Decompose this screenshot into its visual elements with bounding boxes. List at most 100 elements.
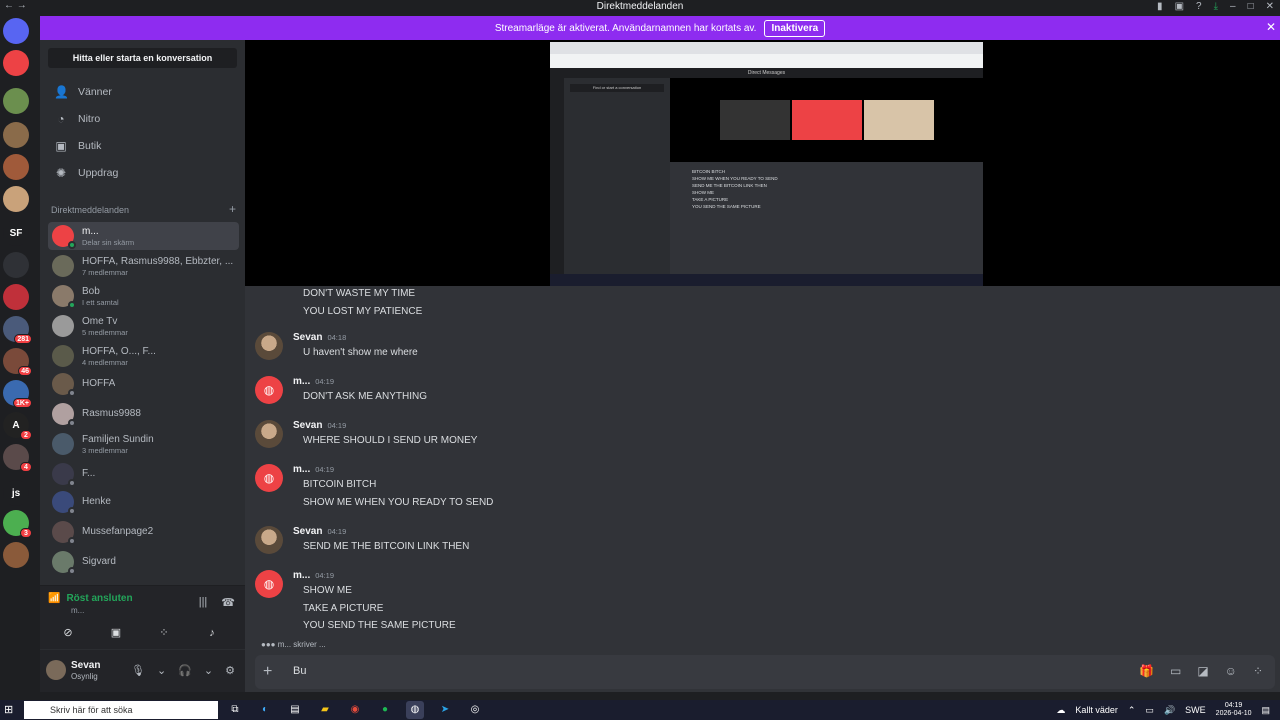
- disable-streamer-mode-button[interactable]: Inaktivera: [764, 19, 826, 37]
- gear-icon[interactable]: ⚙: [225, 664, 235, 677]
- gif-icon[interactable]: ▭: [1170, 664, 1181, 678]
- dm-item[interactable]: m... Delar sin skärm: [48, 222, 239, 250]
- weather-icon[interactable]: ☁: [1056, 705, 1065, 716]
- server-icon[interactable]: 3: [3, 510, 32, 538]
- message-author[interactable]: m... 04:19: [293, 376, 334, 387]
- chevron-down-icon[interactable]: ⌄: [157, 664, 166, 677]
- stream-viewer[interactable]: Direct Messages Find or start a conversa…: [245, 40, 1280, 286]
- dm-item[interactable]: HOFFA: [48, 370, 239, 398]
- dm-item[interactable]: Sigvard: [48, 548, 239, 576]
- server-icon[interactable]: [3, 88, 29, 114]
- notifications-icon[interactable]: ▤: [1261, 705, 1270, 716]
- server-icon[interactable]: SF: [3, 220, 29, 246]
- message-author[interactable]: Sevan 04:18: [293, 332, 346, 343]
- help-icon[interactable]: ?: [1196, 0, 1202, 13]
- server-icon[interactable]: [3, 154, 29, 180]
- chrome-icon[interactable]: ◉: [346, 701, 364, 719]
- microphone-icon[interactable]: 🎙: [131, 664, 145, 677]
- message-author[interactable]: m... 04:19: [293, 570, 334, 581]
- nav-shop[interactable]: ▣ Butik: [48, 134, 237, 158]
- dm-item[interactable]: HOFFA, Rasmus9988, Ebbzter, ... 7 medlemm…: [48, 252, 239, 280]
- message-author[interactable]: m... 04:19: [293, 464, 334, 475]
- server-icon[interactable]: [3, 18, 29, 44]
- server-icon[interactable]: 46: [3, 348, 32, 376]
- dm-item[interactable]: Rasmus9988: [48, 400, 239, 428]
- store-icon[interactable]: ▤: [286, 701, 304, 719]
- dm-item[interactable]: Familjen Sundin 3 medlemmar: [48, 430, 239, 458]
- server-icon[interactable]: [3, 186, 29, 212]
- spotify-icon[interactable]: ●: [376, 701, 394, 719]
- network-icon[interactable]: ▭: [1145, 705, 1154, 716]
- avatar[interactable]: ◍: [255, 464, 283, 492]
- nav-quests[interactable]: ✺ Uppdrag: [48, 161, 237, 185]
- download-icon[interactable]: ⤓: [1214, 0, 1218, 13]
- message-input[interactable]: Bu: [293, 665, 306, 677]
- share-screen-button[interactable]: ▣: [98, 624, 134, 642]
- close-banner-icon[interactable]: ✕: [1266, 20, 1276, 34]
- headphones-icon[interactable]: 🎧: [178, 664, 192, 677]
- chevron-down-icon[interactable]: ⌄: [204, 664, 213, 677]
- message-author[interactable]: Sevan 04:19: [293, 420, 346, 431]
- chevron-up-icon[interactable]: ⌃: [1128, 705, 1136, 716]
- status-dot: [68, 241, 76, 249]
- unread-badge: 3: [20, 528, 32, 538]
- server-icon[interactable]: [3, 284, 29, 310]
- system-tray: ☁ Kallt väder ⌃ ▭ 🔊 SWE 04:19 2026-04-10…: [1056, 700, 1270, 720]
- apps-icon[interactable]: ⁘: [1253, 664, 1263, 678]
- sticker-icon[interactable]: ◪: [1197, 664, 1208, 678]
- close-window-icon[interactable]: ✕: [1266, 0, 1274, 13]
- dm-item[interactable]: HOFFA, O..., F... 4 medlemmar: [48, 342, 239, 370]
- create-dm-icon[interactable]: +: [229, 203, 236, 215]
- nav-friends[interactable]: 👤 Vänner: [48, 80, 237, 104]
- taskbar-search-input[interactable]: Skriv här för att söka: [24, 701, 218, 719]
- server-icon[interactable]: [3, 50, 29, 76]
- discord-taskbar-icon[interactable]: ◍: [406, 701, 424, 719]
- camera-off-button[interactable]: ⊘: [50, 624, 86, 642]
- dm-item[interactable]: F...: [48, 460, 239, 488]
- maximize-icon[interactable]: □: [1248, 0, 1254, 13]
- explorer-icon[interactable]: ▰: [316, 701, 334, 719]
- telegram-icon[interactable]: ➤: [436, 701, 454, 719]
- disconnect-icon[interactable]: ☎: [221, 596, 235, 609]
- emoji-icon[interactable]: ☺: [1225, 664, 1237, 678]
- activities-button[interactable]: ⁘: [146, 624, 182, 642]
- noise-suppression-icon[interactable]: |||: [199, 596, 208, 609]
- avatar[interactable]: ◍: [255, 570, 283, 598]
- dm-item[interactable]: Mussefanpage2: [48, 518, 239, 546]
- inbox-icon[interactable]: ▮: [1157, 0, 1163, 13]
- soundboard-button[interactable]: ♪: [194, 624, 230, 642]
- minimize-icon[interactable]: –: [1230, 0, 1236, 13]
- avatar[interactable]: [255, 526, 283, 554]
- server-icon[interactable]: 1K+: [3, 380, 32, 408]
- avatar[interactable]: [255, 420, 283, 448]
- edge-icon[interactable]: ◐: [256, 701, 274, 719]
- server-icon[interactable]: A2: [3, 412, 32, 440]
- obs-icon[interactable]: ◎: [466, 701, 484, 719]
- nav-nitro[interactable]: ◔ Nitro: [48, 107, 237, 131]
- avatar[interactable]: [255, 332, 283, 360]
- server-icon[interactable]: [3, 252, 29, 278]
- find-conversation-button[interactable]: Hitta eller starta en konversation: [48, 48, 237, 68]
- shop-icon: ▣: [55, 139, 67, 153]
- language-indicator[interactable]: SWE: [1185, 705, 1206, 715]
- window-icon[interactable]: ▣: [1175, 0, 1184, 13]
- server-icon[interactable]: [3, 122, 29, 148]
- dm-item[interactable]: Ome Tv 5 medlemmar: [48, 312, 239, 340]
- task-view-icon[interactable]: ⧉: [226, 701, 244, 719]
- volume-icon[interactable]: 🔊: [1164, 705, 1175, 716]
- dm-item[interactable]: Henke: [48, 488, 239, 516]
- server-icon[interactable]: [3, 542, 29, 568]
- server-icon[interactable]: 281: [3, 316, 32, 344]
- avatar[interactable]: [46, 660, 66, 680]
- attach-button[interactable]: +: [263, 663, 272, 681]
- dm-item[interactable]: Bob I ett samtal: [48, 282, 239, 310]
- weather-text[interactable]: Kallt väder: [1075, 705, 1118, 715]
- clock[interactable]: 04:19 2026-04-10: [1216, 702, 1252, 718]
- message-author[interactable]: Sevan 04:19: [293, 526, 346, 537]
- windows-start-icon[interactable]: ⊞: [4, 703, 13, 716]
- gift-icon[interactable]: 🎁: [1139, 664, 1154, 678]
- avatar[interactable]: ◍: [255, 376, 283, 404]
- server-icon[interactable]: 4: [3, 444, 32, 472]
- friends-icon: 👤: [54, 85, 69, 99]
- server-icon[interactable]: js: [3, 480, 29, 506]
